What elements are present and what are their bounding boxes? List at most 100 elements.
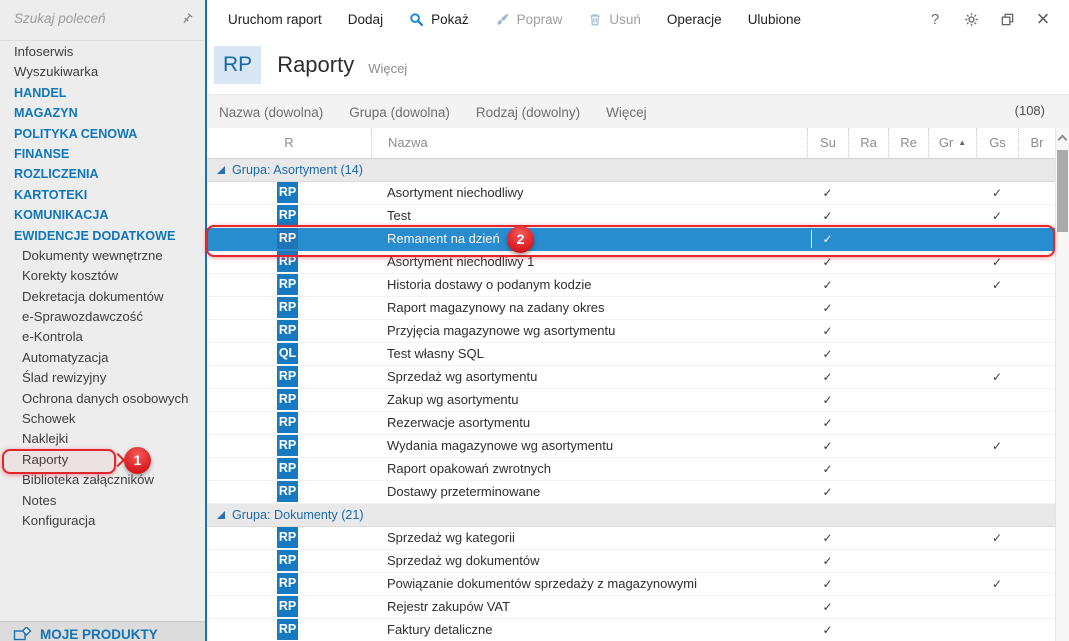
sidebar-item-konfiguracja[interactable]: Konfiguracja bbox=[0, 511, 205, 531]
report-name: Wydania magazynowe wg asortymentu bbox=[387, 435, 613, 457]
toolbar-dodaj[interactable]: Dodaj bbox=[335, 0, 396, 38]
toolbar-items: Uruchom raportDodajPokażPoprawUsuńOperac… bbox=[215, 0, 814, 38]
module-badge: RP bbox=[214, 46, 261, 84]
table-row-sprzedaż-wg-asortymentu[interactable]: RPSprzedaż wg asortymentu✓✓ bbox=[207, 366, 1056, 389]
checkmark-su: ✓ bbox=[807, 412, 848, 434]
checkmark-su: ✓ bbox=[807, 573, 848, 595]
report-name: Dostawy przeterminowane bbox=[387, 481, 540, 503]
toolbar-ulubione[interactable]: Ulubione bbox=[735, 0, 814, 38]
checkmark-su: ✓ bbox=[807, 389, 848, 411]
report-type-icon-rp: RP bbox=[277, 435, 298, 456]
sidebar-item-naklejki[interactable]: Naklejki bbox=[0, 429, 205, 449]
column-header-ra[interactable]: Ra bbox=[848, 128, 888, 158]
table-row-historia-dostawy-o-podanym-kodzie[interactable]: RPHistoria dostawy o podanym kodzie✓✓ bbox=[207, 274, 1056, 297]
sidebar-item-kartoteki[interactable]: KARTOTEKI bbox=[0, 185, 205, 205]
table-row-raport-opakowań-zwrotnych[interactable]: RPRaport opakowań zwrotnych✓ bbox=[207, 458, 1056, 481]
report-type-icon-rp: RP bbox=[277, 320, 298, 341]
table-row-zakup-wg-asortymentu[interactable]: RPZakup wg asortymentu✓ bbox=[207, 389, 1056, 412]
column-header-nazwa[interactable]: Nazwa bbox=[371, 128, 807, 158]
sidebar-item-rozliczenia[interactable]: ROZLICZENIA bbox=[0, 164, 205, 184]
checkmark-su: ✓ bbox=[807, 619, 848, 641]
column-header-br[interactable]: Br bbox=[1018, 128, 1056, 158]
sidebar-item-infoserwis[interactable]: Infoserwis bbox=[0, 42, 205, 62]
report-type-icon-rp: RP bbox=[277, 274, 298, 295]
table-row-remanent-na-dzień[interactable]: RPRemanent na dzień✓ bbox=[207, 228, 1056, 251]
table-row-rejestr-zakupów-vat[interactable]: RPRejestr zakupów VAT✓ bbox=[207, 596, 1056, 619]
column-header-su[interactable]: Su bbox=[807, 128, 848, 158]
sidebar-item-e-sprawozdawczość[interactable]: e-Sprawozdawczość bbox=[0, 307, 205, 327]
vertical-scrollbar[interactable] bbox=[1055, 128, 1069, 641]
report-name: Rejestr zakupów VAT bbox=[387, 596, 510, 618]
sidebar-item-automatyzacja[interactable]: Automatyzacja bbox=[0, 348, 205, 368]
sidebar-item-dokumenty-wewnętrzne[interactable]: Dokumenty wewnętrzne bbox=[0, 246, 205, 266]
report-type-icon-rp: RP bbox=[277, 228, 298, 249]
sidebar-item-schowek[interactable]: Schowek bbox=[0, 409, 205, 429]
sidebar-item-magazyn[interactable]: MAGAZYN bbox=[0, 103, 205, 123]
table-row-asortyment-niechodliwy[interactable]: RPAsortyment niechodliwy✓✓ bbox=[207, 182, 1056, 205]
sidebar-item-e-kontrola[interactable]: e-Kontrola bbox=[0, 327, 205, 347]
column-header-gs[interactable]: Gs bbox=[976, 128, 1018, 158]
scrollbar-thumb[interactable] bbox=[1057, 150, 1068, 232]
sidebar-item-notes[interactable]: Notes bbox=[0, 491, 205, 511]
report-name: Raport magazynowy na zadany okres bbox=[387, 297, 605, 319]
close-icon[interactable]: × bbox=[1033, 7, 1053, 31]
checkmark-gs: ✓ bbox=[976, 182, 1018, 204]
group-expand-icon bbox=[217, 511, 225, 519]
sidebar-item-raporty[interactable]: Raporty bbox=[0, 450, 205, 470]
checkmark-su: ✓ bbox=[807, 481, 848, 503]
toolbar-label: Operacje bbox=[667, 12, 722, 27]
header-more-link[interactable]: Więcej bbox=[368, 61, 407, 76]
table-row-test[interactable]: RPTest✓✓ bbox=[207, 205, 1056, 228]
sidebar-item-ochrona-danych-osobowych[interactable]: Ochrona danych osobowych bbox=[0, 389, 205, 409]
report-name: Asortyment niechodliwy 1 bbox=[387, 251, 534, 273]
table-row-asortyment-niechodliwy-1[interactable]: RPAsortyment niechodliwy 1✓✓ bbox=[207, 251, 1056, 274]
checkmark-gs: ✓ bbox=[976, 366, 1018, 388]
table-row-sprzedaż-wg-dokumentów[interactable]: RPSprzedaż wg dokumentów✓ bbox=[207, 550, 1056, 573]
report-name: Asortyment niechodliwy bbox=[387, 182, 524, 204]
filter-rodzaj-dowolny[interactable]: Rodzaj (dowolny) bbox=[476, 105, 580, 120]
toolbar-uruchom-raport[interactable]: Uruchom raport bbox=[215, 0, 335, 38]
table-row-rezerwacje-asortymentu[interactable]: RPRezerwacje asortymentu✓ bbox=[207, 412, 1056, 435]
column-header-re[interactable]: Re bbox=[888, 128, 928, 158]
column-header-gr[interactable]: Gr▲ bbox=[928, 128, 976, 158]
sidebar-item-handel[interactable]: HANDEL bbox=[0, 83, 205, 103]
settings-icon[interactable] bbox=[961, 7, 981, 31]
checkmark-su: ✓ bbox=[807, 435, 848, 457]
sidebar-footer[interactable]: MOJE PRODUKTY bbox=[0, 621, 205, 641]
scroll-up-icon[interactable] bbox=[1058, 135, 1068, 145]
group-header-grupa-asortyment-14[interactable]: Grupa: Asortyment (14) bbox=[207, 159, 1056, 182]
restore-icon[interactable] bbox=[997, 7, 1017, 31]
sidebar-item-korekty-kosztów[interactable]: Korekty kosztów bbox=[0, 266, 205, 286]
toolbar-label: Popraw bbox=[517, 12, 563, 27]
table-row-dostawy-przeterminowane[interactable]: RPDostawy przeterminowane✓ bbox=[207, 481, 1056, 504]
help-icon[interactable]: ? bbox=[925, 7, 945, 31]
column-header-r[interactable]: R bbox=[207, 128, 371, 158]
sidebar-item-komunikacja[interactable]: KOMUNIKACJA bbox=[0, 205, 205, 225]
main-area: Uruchom raportDodajPokażPoprawUsuńOperac… bbox=[207, 0, 1069, 641]
table-row-faktury-detaliczne[interactable]: RPFaktury detaliczne✓ bbox=[207, 619, 1056, 641]
sidebar-item-dekretacja-dokumentów[interactable]: Dekretacja dokumentów bbox=[0, 287, 205, 307]
group-header-grupa-dokumenty-21[interactable]: Grupa: Dokumenty (21) bbox=[207, 504, 1056, 527]
sidebar-item-finanse[interactable]: FINANSE bbox=[0, 144, 205, 164]
sidebar-item-ewidencje-dodatkowe[interactable]: EWIDENCJE DODATKOWE bbox=[0, 226, 205, 246]
table-row-raport-magazynowy-na-zadany-okres[interactable]: RPRaport magazynowy na zadany okres✓ bbox=[207, 297, 1056, 320]
page-title: Raporty bbox=[277, 52, 354, 78]
pin-icon[interactable] bbox=[180, 12, 194, 29]
table-row-sprzedaż-wg-kategorii[interactable]: RPSprzedaż wg kategorii✓✓ bbox=[207, 527, 1056, 550]
sidebar-item-ślad-rewizyjny[interactable]: Ślad rewizyjny bbox=[0, 368, 205, 388]
command-search-input[interactable]: Szukaj poleceń bbox=[0, 0, 205, 41]
filter-nazwa-dowolna[interactable]: Nazwa (dowolna) bbox=[219, 105, 323, 120]
table-row-powiązanie-dokumentów-sprzedaży-z-magazynowymi[interactable]: RPPowiązanie dokumentów sprzedaży z maga… bbox=[207, 573, 1056, 596]
sidebar-item-biblioteka-załączników[interactable]: Biblioteka załączników bbox=[0, 470, 205, 490]
group-expand-icon bbox=[217, 166, 225, 174]
filter-więcej[interactable]: Więcej bbox=[606, 105, 647, 120]
filter-grupa-dowolna[interactable]: Grupa (dowolna) bbox=[349, 105, 450, 120]
sidebar-item-wyszukiwarka[interactable]: Wyszukiwarka bbox=[0, 62, 205, 82]
toolbar-operacje[interactable]: Operacje bbox=[654, 0, 735, 38]
table-row-wydania-magazynowe-wg-asortymentu[interactable]: RPWydania magazynowe wg asortymentu✓✓ bbox=[207, 435, 1056, 458]
window-controls: ?× bbox=[925, 7, 1069, 31]
table-row-przyjęcia-magazynowe-wg-asortymentu[interactable]: RPPrzyjęcia magazynowe wg asortymentu✓ bbox=[207, 320, 1056, 343]
toolbar-pokaż[interactable]: Pokaż bbox=[396, 0, 482, 38]
table-row-test-własny-sql[interactable]: QLTest własny SQL✓ bbox=[207, 343, 1056, 366]
sidebar-item-polityka-cenowa[interactable]: POLITYKA CENOWA bbox=[0, 124, 205, 144]
